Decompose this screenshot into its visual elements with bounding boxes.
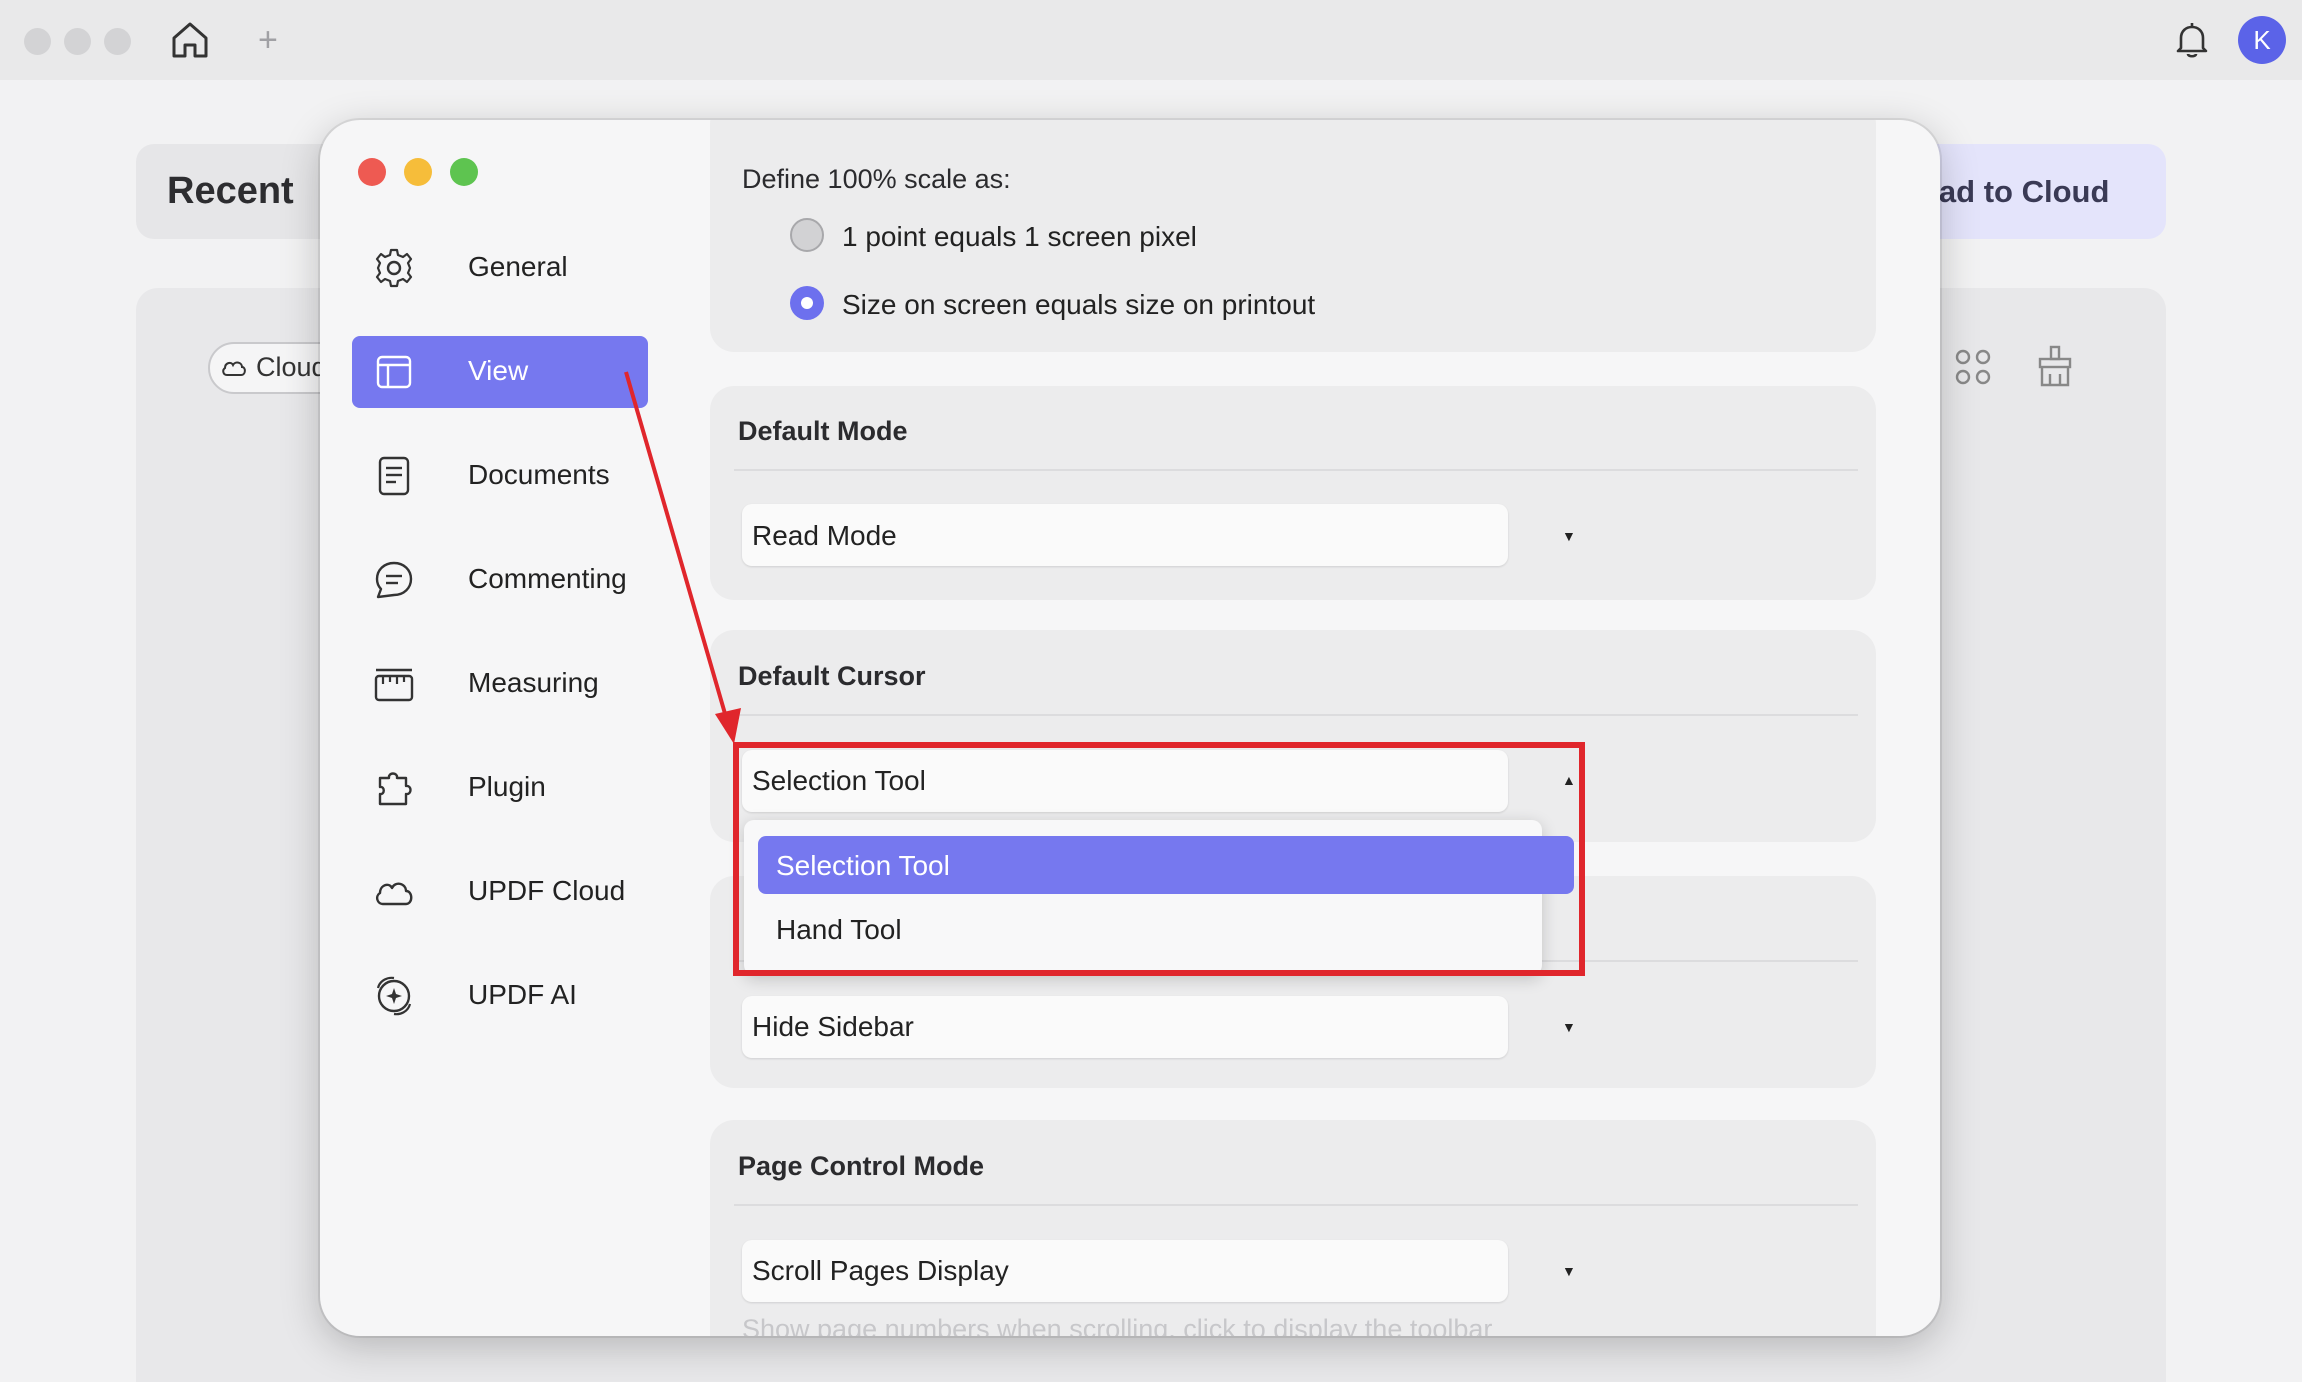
chevron-down-icon: ▼ xyxy=(1562,1019,1576,1035)
sidebar-setting-value: Hide Sidebar xyxy=(752,1011,914,1042)
default-mode-value: Read Mode xyxy=(752,520,897,551)
scale-heading: Define 100% scale as: xyxy=(742,164,1011,194)
divider xyxy=(734,1204,1858,1206)
page-control-value: Scroll Pages Display xyxy=(752,1255,1009,1286)
chevron-down-icon: ▼ xyxy=(1562,528,1576,544)
radio-label: 1 point equals 1 screen pixel xyxy=(842,221,1197,252)
window-zoom-button[interactable] xyxy=(104,28,131,55)
page-control-title: Page Control Mode xyxy=(738,1151,985,1181)
grid-view-icon[interactable] xyxy=(1954,348,1992,386)
clean-brush-icon[interactable] xyxy=(2034,344,2076,388)
app-title-bar: + K xyxy=(0,0,2302,80)
user-avatar[interactable]: K xyxy=(2238,16,2286,64)
window-close-button[interactable] xyxy=(24,28,51,55)
preferences-window: General View Documents Commenting Measur… xyxy=(320,120,1940,1336)
cloud-icon xyxy=(222,361,246,376)
radio-one-point-pixel[interactable] xyxy=(790,218,824,252)
annotation-highlight-box xyxy=(733,742,1585,976)
divider xyxy=(734,469,1858,471)
upload-to-cloud-label: oad to Cloud xyxy=(1920,174,2110,209)
chevron-down-icon: ▼ xyxy=(1562,1263,1576,1279)
hint-text: Show page numbers when scrolling, click … xyxy=(742,1314,1493,1336)
home-icon[interactable] xyxy=(168,18,212,62)
radio-size-on-screen[interactable] xyxy=(790,286,824,320)
divider xyxy=(734,714,1858,716)
cloud-chip-label: Cloud xyxy=(256,352,327,382)
window-minimize-button[interactable] xyxy=(64,28,91,55)
recent-title: Recent xyxy=(167,170,294,212)
default-mode-title: Default Mode xyxy=(738,416,908,446)
new-tab-plus-icon[interactable]: + xyxy=(258,18,278,62)
default-cursor-title: Default Cursor xyxy=(738,661,926,691)
view-settings-content: Define 100% scale as: 1 point equals 1 s… xyxy=(320,120,1940,1336)
radio-label: Size on screen equals size on printout xyxy=(842,289,1316,320)
bell-icon[interactable] xyxy=(2170,18,2214,62)
